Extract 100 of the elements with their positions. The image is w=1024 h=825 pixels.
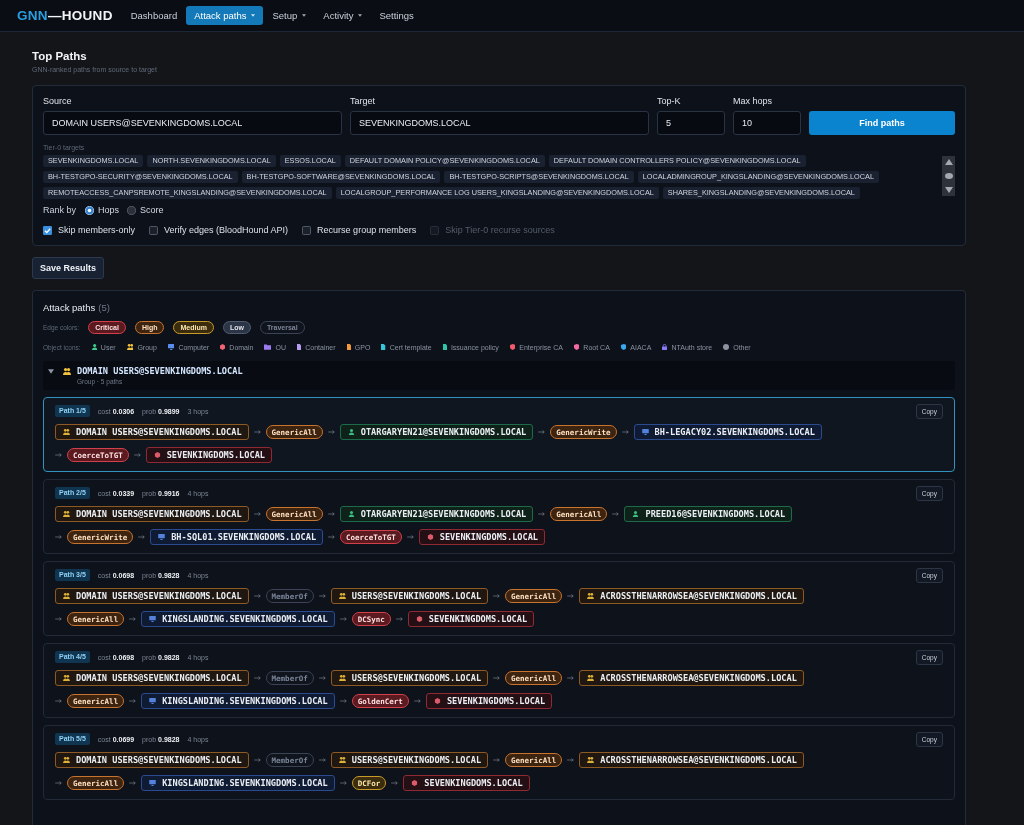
arrow-icon [567, 758, 575, 762]
hexagon-icon [415, 616, 423, 622]
radio-option[interactable]: Hops [85, 205, 120, 215]
monitor-icon [149, 780, 157, 786]
find-paths-button[interactable]: Find paths [809, 111, 955, 135]
nav-tab[interactable]: Activity [315, 6, 371, 25]
radio-icon[interactable] [127, 205, 137, 215]
monitor-icon [149, 616, 157, 622]
document-icon [346, 344, 351, 350]
panel-title: Attack paths [43, 302, 96, 314]
arrow-icon [406, 535, 414, 539]
people-icon [63, 511, 70, 517]
person-icon [347, 511, 355, 517]
node-name: DOMAIN USERS@SEVENKINGDOMS.LOCAL [76, 591, 242, 601]
arrow-icon [55, 781, 62, 785]
app-logo: GNN—HOUND [17, 8, 113, 23]
node-name: BH-LEGACY02.SEVENKINGDOMS.LOCAL [654, 427, 815, 437]
arrow-icon [55, 453, 62, 457]
arrow-icon [129, 781, 137, 785]
monitor-icon [158, 534, 166, 540]
arrow-icon [129, 699, 137, 703]
person-icon [632, 511, 640, 517]
node-name: KINGSLANDING.SEVENKINGDOMS.LOCAL [162, 614, 328, 624]
node-name: ACROSSTHENARROWSEA@SEVENKINGDOMS.LOCAL [600, 755, 797, 765]
scrollbar[interactable] [942, 156, 955, 196]
arrow-icon [55, 535, 62, 539]
arrow-icon [129, 617, 137, 621]
count-text: (5) [98, 302, 110, 314]
arrow-icon [567, 676, 575, 680]
scroll-down-icon[interactable] [944, 187, 953, 193]
monitor-icon [167, 344, 175, 350]
node-name: SEVENKINGDOMS.LOCAL [428, 614, 528, 624]
radio-option[interactable]: Score [127, 205, 164, 215]
nav-tab[interactable]: Dashboard [122, 6, 186, 25]
path-card[interactable] [43, 725, 955, 800]
scroll-thumb[interactable] [944, 173, 953, 179]
caret-icon[interactable] [48, 369, 54, 374]
arrow-icon [318, 676, 326, 680]
shield-icon [620, 344, 627, 350]
document-icon [296, 344, 302, 350]
node-name: SEVENKINGDOMS.LOCAL [166, 450, 265, 460]
arrow-icon [538, 430, 546, 434]
path-card[interactable] [43, 479, 955, 554]
people-icon [63, 593, 70, 599]
scroll-up-icon[interactable] [944, 159, 953, 165]
checkbox-option[interactable]: Verify edges (BloodHound API) [149, 225, 289, 235]
node-name: BH-SQL01.SEVENKINGDOMS.LOCAL [171, 532, 317, 542]
arrow-icon [253, 430, 261, 434]
document-icon [381, 344, 386, 350]
node-name: USERS@SEVENKINGDOMS.LOCAL [351, 755, 482, 765]
people-icon [338, 593, 346, 599]
input-field[interactable]: DOMAIN USERS@SEVENKINGDOMS.LOCAL [43, 111, 342, 135]
shield-icon [509, 344, 516, 350]
checkbox-icon[interactable] [43, 225, 52, 235]
path-card[interactable] [43, 561, 955, 636]
people-icon [587, 675, 595, 681]
node-name: SEVENKINGDOMS.LOCAL [439, 532, 539, 542]
monitor-icon [149, 698, 157, 704]
nav-tab[interactable]: Setup [264, 6, 315, 25]
node-name: USERS@SEVENKINGDOMS.LOCAL [351, 673, 482, 683]
input-field[interactable]: 5 [657, 111, 725, 135]
arrow-icon [621, 430, 629, 434]
arrow-icon [328, 535, 336, 539]
arrow-icon [318, 594, 326, 598]
arrow-icon [318, 758, 326, 762]
arrow-icon [253, 512, 261, 516]
people-icon [63, 757, 70, 763]
people-icon [587, 593, 595, 599]
arrow-icon [493, 676, 501, 680]
hexagon-icon [426, 534, 434, 540]
nav-tab[interactable]: Settings [371, 6, 422, 25]
checkbox-option[interactable]: Recurse group members [302, 225, 417, 235]
dot-icon [723, 344, 730, 350]
hexagon-icon [411, 780, 419, 786]
group-name: DOMAIN USERS@SEVENKINGDOMS.LOCAL [77, 365, 243, 377]
node-name: SEVENKINGDOMS.LOCAL [424, 778, 523, 788]
node-name: ACROSSTHENARROWSEA@SEVENKINGDOMS.LOCAL [600, 673, 797, 683]
document-icon [442, 344, 447, 350]
people-icon [63, 368, 71, 375]
save-results-button[interactable]: Save Results [32, 257, 105, 279]
node-name: OTARGARYEN21@SEVENKINGDOMS.LOCAL [360, 509, 527, 519]
node-name: KINGSLANDING.SEVENKINGDOMS.LOCAL [162, 696, 328, 706]
hexagon-icon [153, 452, 161, 458]
node-name: DOMAIN USERS@SEVENKINGDOMS.LOCAL [76, 755, 242, 765]
arrow-icon [253, 758, 261, 762]
node-name: SEVENKINGDOMS.LOCAL [446, 696, 546, 706]
nav-tab[interactable]: Attack paths [186, 6, 264, 25]
folder-icon [264, 344, 272, 350]
people-icon [338, 675, 346, 681]
arrow-icon [612, 512, 620, 516]
people-icon [126, 344, 134, 350]
node-name: DOMAIN USERS@SEVENKINGDOMS.LOCAL [76, 673, 242, 683]
arrow-icon [395, 617, 403, 621]
arrow-icon [339, 781, 347, 785]
path-card[interactable] [43, 643, 955, 718]
input-field[interactable]: SEVENKINGDOMS.LOCAL [350, 111, 649, 135]
checkbox-icon[interactable] [302, 225, 312, 235]
input-field[interactable]: 10 [733, 111, 801, 135]
checkbox-option[interactable]: Skip members-only [43, 225, 136, 235]
checkbox-icon[interactable] [149, 225, 159, 235]
